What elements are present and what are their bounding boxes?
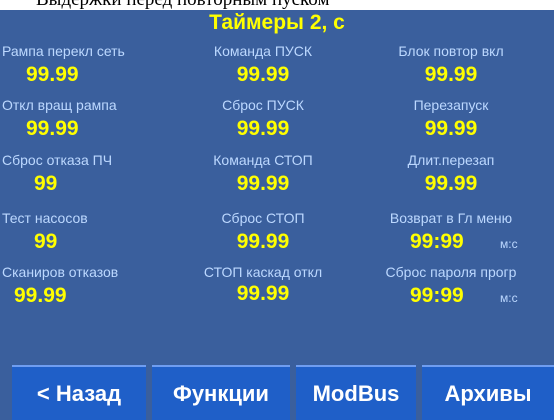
cut-off-caption: Выдержки перед повторным пуском (0, 0, 554, 10)
timer-label-start-reset: Сброс ПУСК (222, 97, 304, 113)
archives-button[interactable]: Архивы (422, 365, 554, 420)
timer-label-stop-command: Команда СТОП (213, 152, 313, 168)
timer-value-password-reset[interactable]: 99:99 (410, 284, 464, 308)
timer-value-start-command[interactable]: 99.99 (183, 63, 343, 87)
timer-value-repeat-block[interactable]: 99.99 (348, 63, 554, 87)
timer-value-return-main-menu[interactable]: 99:99 (410, 230, 464, 254)
timer-label-restart: Перезапуск (413, 97, 489, 113)
timer-value-restart[interactable]: 99.99 (348, 117, 554, 141)
timer-value-stop-reset[interactable]: 99.99 (183, 230, 343, 254)
timer-label-password-reset: Сброс пароля прогр (385, 264, 517, 280)
timer-value-stop-cascade-off[interactable]: 99.99 (183, 282, 343, 306)
cut-off-caption-text: Выдержки перед повторным пуском (36, 0, 329, 10)
back-button[interactable]: < Назад (12, 365, 146, 420)
timer-value-fault-scan[interactable]: 99.99 (14, 284, 67, 308)
unit-label: м:с (500, 237, 518, 251)
timer-label-pump-test: Тест насосов (2, 210, 88, 226)
timer-label-fault-scan: Сканиров отказов (2, 264, 119, 280)
timer-value-pump-test[interactable]: 99 (34, 230, 57, 254)
timer-value-restart-duration[interactable]: 99.99 (348, 172, 554, 196)
timer-value-ramp-switch-grid[interactable]: 99.99 (26, 63, 79, 87)
timer-label-restart-duration: Длит.перезап (407, 152, 495, 168)
timer-label-stop-reset: Сброс СТОП (221, 210, 305, 226)
timer-label-repeat-block: Блок повтор вкл (398, 43, 504, 59)
unit-label: м:с (500, 291, 518, 305)
page-title: Таймеры 2, с (209, 11, 345, 34)
timers-panel: Таймеры 2, с Рампа перекл сеть 99.99 Ком… (0, 10, 554, 420)
timer-value-start-reset[interactable]: 99.99 (183, 117, 343, 141)
timer-value-stop-command[interactable]: 99.99 (183, 172, 343, 196)
timer-label-ramp-switch-grid: Рампа перекл сеть (2, 43, 125, 59)
timer-label-return-main-menu: Возврат в Гл меню (389, 210, 513, 226)
timer-label-start-command: Команда ПУСК (213, 43, 313, 59)
timer-label-vfd-fault-reset: Сброс отказа ПЧ (2, 152, 113, 168)
functions-button[interactable]: Функции (152, 365, 290, 420)
modbus-button[interactable]: ModBus (296, 365, 416, 420)
timer-value-vfd-fault-reset[interactable]: 99 (34, 172, 57, 196)
timer-value-rotation-off-ramp[interactable]: 99.99 (26, 117, 79, 141)
timer-label-stop-cascade-off: СТОП каскад откл (203, 264, 323, 280)
timer-label-rotation-off-ramp: Откл вращ рампа (2, 97, 117, 113)
